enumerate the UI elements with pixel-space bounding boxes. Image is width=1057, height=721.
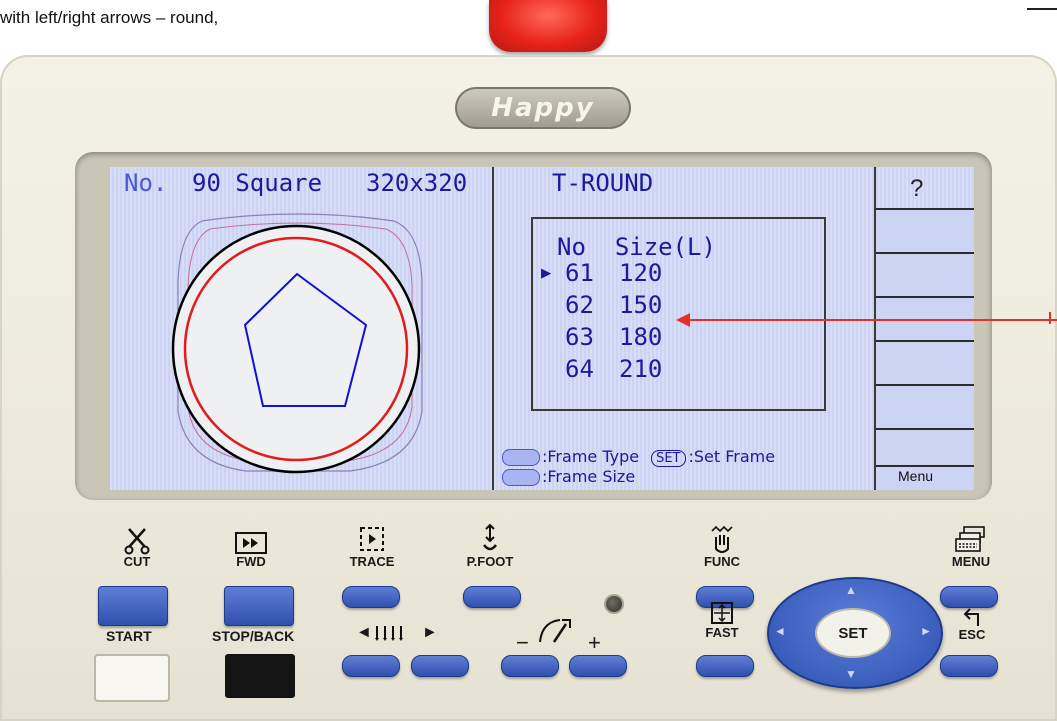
- keyboard-menu-icon: [954, 525, 988, 555]
- size-row-size: 120: [619, 259, 663, 287]
- lcd-screen: No. 90 Square 320x320 T-ROUND No Size(L)…: [110, 167, 974, 490]
- brand-logo-text: Happy: [491, 93, 595, 123]
- menu-key-label: MENU: [935, 525, 1007, 569]
- func-key-label: FUNC: [692, 525, 752, 569]
- selection-arrow-icon: ▶: [541, 263, 552, 283]
- top-right-divider: [1027, 8, 1057, 10]
- trace-button[interactable]: [342, 586, 400, 608]
- size-row-64[interactable]: 64 210: [565, 355, 662, 383]
- size-list-header: No Size(L): [557, 233, 716, 261]
- left-arrow-icon: ◄: [356, 624, 372, 641]
- stop-back-button[interactable]: [225, 654, 295, 698]
- emergency-stop-button[interactable]: [489, 0, 607, 52]
- up-arrow-icon: ▲: [845, 583, 857, 597]
- dpad-lr-icon: [502, 449, 540, 466]
- stop-back-label: STOP/BACK: [212, 628, 295, 644]
- size-list-header-size: Size(L): [614, 233, 716, 261]
- esc-button[interactable]: [940, 655, 998, 677]
- frame-family: T-ROUND: [552, 169, 654, 197]
- right-arrow-icon: ►: [422, 624, 438, 641]
- fwd-label: FWD: [236, 554, 266, 569]
- hint-frame-size-text: :Frame Size: [542, 467, 636, 486]
- size-row-size: 180: [619, 323, 663, 351]
- design-no-label: No.: [124, 169, 168, 197]
- size-row-size: 210: [619, 355, 663, 383]
- scissors-icon: [124, 525, 150, 555]
- fwd-key-label: FWD: [226, 525, 276, 569]
- esc-key-label: ESC: [942, 598, 1002, 642]
- menu-label: MENU: [951, 554, 991, 569]
- set-chip-icon: SET: [651, 450, 686, 467]
- hint-frame-type: :Frame Type SET:Set Frame: [502, 447, 775, 467]
- cut-start-button[interactable]: [98, 586, 168, 626]
- pfoot-label: P.FOOT: [466, 554, 514, 569]
- cut-label: CUT: [123, 554, 151, 569]
- softkey-4[interactable]: [876, 340, 974, 384]
- fwd-stop-button[interactable]: [224, 586, 294, 626]
- fast-forward-icon: [234, 525, 268, 555]
- size-row-no: 61: [565, 259, 594, 287]
- fast-label: FAST: [705, 625, 739, 640]
- design-name: 90 Square: [192, 169, 323, 197]
- plus-label: +: [588, 630, 601, 655]
- trace-label: TRACE: [349, 554, 395, 569]
- fast-key-label: FAST: [692, 596, 752, 640]
- speedometer-icon: [536, 616, 576, 651]
- trace-key-label: TRACE: [342, 525, 402, 569]
- presser-foot-icon: [479, 523, 501, 555]
- return-arrow-icon: [961, 598, 983, 628]
- pfoot-key-label: P.FOOT: [460, 523, 520, 569]
- right-pad-arrow-icon: ►: [920, 624, 932, 638]
- caption-text: with left/right arrows – round,: [0, 8, 219, 27]
- size-row-no: 64: [565, 355, 594, 383]
- start-button[interactable]: [94, 654, 170, 702]
- size-row-size: 150: [619, 291, 663, 319]
- trace-frame-icon: [358, 525, 386, 555]
- left-pad-arrow-icon: ◄: [774, 624, 786, 638]
- size-row-no: 62: [565, 291, 594, 319]
- set-button[interactable]: SET: [815, 608, 891, 658]
- start-label: START: [106, 628, 152, 644]
- needle-left-button[interactable]: [342, 655, 400, 677]
- dpad-ud-icon: [502, 469, 540, 486]
- needle-bar-icon: [374, 624, 408, 647]
- hoop-outer-ring: [171, 224, 421, 474]
- softkey-5[interactable]: [876, 384, 974, 428]
- size-row-no: 63: [565, 323, 594, 351]
- hint-frame-type-text: :Frame Type: [542, 447, 640, 466]
- size-row-63[interactable]: 63 180: [565, 323, 662, 351]
- softkey-2[interactable]: [876, 252, 974, 296]
- minus-label: −: [516, 630, 529, 655]
- speed-down-button[interactable]: [501, 655, 559, 677]
- down-arrow-icon: ▼: [845, 667, 857, 681]
- size-list-header-no: No: [557, 233, 586, 261]
- speed-up-button[interactable]: [569, 655, 627, 677]
- softkey-3[interactable]: [876, 296, 974, 340]
- hand-function-icon: [709, 525, 735, 555]
- needle-right-button[interactable]: [411, 655, 469, 677]
- size-row-62[interactable]: 62 150: [565, 291, 662, 319]
- hint-set-frame-text: :Set Frame: [688, 447, 776, 466]
- help-question-icon[interactable]: ?: [910, 175, 923, 203]
- fast-icon: [709, 596, 735, 626]
- menu-softkey-label: Menu: [898, 468, 934, 484]
- callout-line: [690, 319, 1057, 321]
- softkey-1[interactable]: [876, 208, 974, 252]
- hint-frame-size: :Frame Size: [502, 467, 635, 486]
- brand-logo: Happy: [455, 87, 631, 129]
- func-label: FUNC: [703, 554, 741, 569]
- frame-preview: [171, 213, 423, 474]
- pfoot-button[interactable]: [463, 586, 521, 608]
- screen-divider-left: [492, 167, 494, 490]
- fast-button[interactable]: [696, 655, 754, 677]
- size-row-61[interactable]: ▶ 61 120: [541, 259, 662, 287]
- esc-label: ESC: [958, 627, 986, 642]
- design-size: 320x320: [366, 169, 468, 197]
- cut-key-label: CUT: [112, 525, 162, 569]
- callout-arrowhead: [676, 313, 690, 327]
- status-led: [604, 594, 624, 614]
- callout-tick: [1049, 312, 1051, 324]
- softkey-6[interactable]: [876, 428, 974, 466]
